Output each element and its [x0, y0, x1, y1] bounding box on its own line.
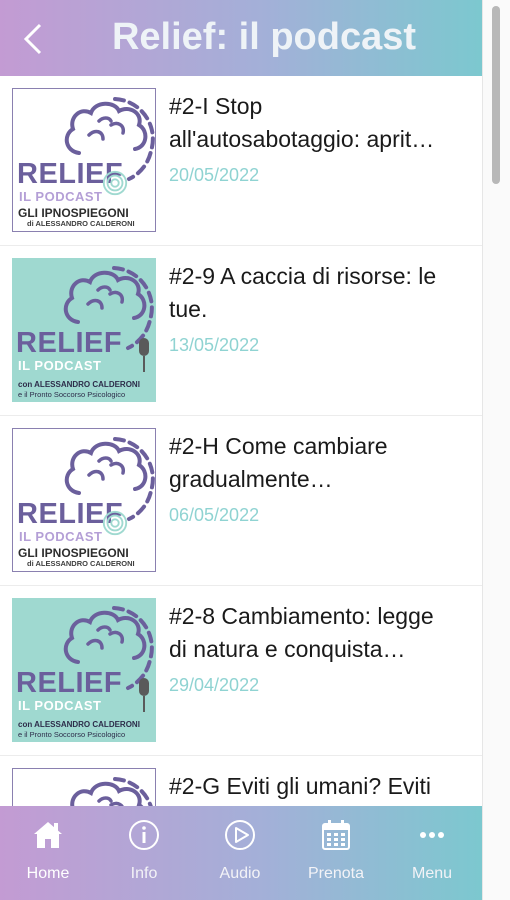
episode-cover-image: RELIEF IL PODCAST GLI IPNOSPIEGONI di AL…: [12, 428, 156, 572]
episode-list-item[interactable]: RELIEF IL PODCAST con ALESSANDRO CALDERO…: [0, 246, 482, 416]
cover-author-text: di ALESSANDRO CALDERONI: [27, 559, 135, 568]
cover-relief-text: RELIEF: [16, 327, 123, 359]
microphone-icon: [139, 678, 149, 712]
tab-home[interactable]: Home: [0, 806, 96, 900]
episode-title-line2: gradualmente…: [169, 466, 333, 492]
episode-date: 13/05/2022: [169, 335, 260, 355]
scrollbar-thumb[interactable]: [492, 6, 500, 184]
episode-title-line1: #2-8 Cambiamento: legge: [169, 603, 434, 629]
episode-title-line1: #2-9 A caccia di risorse: le: [169, 263, 437, 289]
episode-title-line2: tue.: [169, 296, 208, 322]
episode-cover-image: RELIEF IL PODCAST con ALESSANDRO CALDERO…: [12, 258, 156, 402]
episode-title: #2-G Eviti gli umani? Eviti: [169, 770, 482, 803]
calendar-icon: [322, 820, 350, 850]
cover-relief-text: RELIEF: [16, 667, 123, 699]
episode-list-item[interactable]: RELIEF IL PODCAST GLI IPNOSPIEGONI di AL…: [0, 76, 482, 246]
cover-subtitle-text: e il Pronto Soccorso Psicologico: [18, 730, 126, 739]
home-icon: [34, 822, 62, 848]
brain-logo-icon: [70, 777, 153, 806]
episode-cover-image: RELIEF IL PODCAST GLI IPNOSPIEGONI di AL…: [12, 88, 156, 232]
episode-title: #2-8 Cambiamento: legge di natura e conq…: [169, 600, 482, 666]
cover-author-text: con ALESSANDRO CALDERONI: [18, 720, 140, 729]
scrollbar[interactable]: [482, 0, 510, 900]
tab-prenota[interactable]: Prenota: [288, 806, 384, 900]
episode-title-line2: all'autosabotaggio: aprit…: [169, 126, 435, 152]
tab-audio[interactable]: Audio: [192, 806, 288, 900]
more-icon: [420, 832, 444, 838]
microphone-icon: [139, 338, 149, 372]
info-icon: [129, 820, 159, 850]
cover-subtitle-text: e il Pronto Soccorso Psicologico: [18, 390, 126, 399]
tab-label: Home: [26, 865, 70, 882]
cover-il-podcast-text: IL PODCAST: [18, 358, 102, 373]
episode-title-line1: #2-G Eviti gli umani? Eviti: [169, 773, 432, 799]
episode-title: #2-9 A caccia di risorse: le tue.: [169, 260, 482, 326]
episode-date: 06/05/2022: [169, 505, 260, 525]
cover-author-text: con ALESSANDRO CALDERONI: [18, 380, 140, 389]
tab-label: Prenota: [307, 865, 365, 882]
episode-cover-image: RELIEF IL PODCAST con ALESSANDRO CALDERO…: [12, 598, 156, 742]
tab-info[interactable]: Info: [96, 806, 192, 900]
episode-date: 20/05/2022: [169, 165, 260, 185]
episode-title-line1: #2-H Come cambiare: [169, 433, 388, 459]
episode-list-item[interactable]: RELIEF IL PODCAST GLI IPNOSPIEGONI di AL…: [0, 756, 482, 806]
page-title: Relief: il podcast: [111, 16, 417, 58]
episode-list: RELIEF IL PODCAST GLI IPNOSPIEGONI di AL…: [0, 76, 482, 806]
app-header: Relief: il podcast: [0, 0, 482, 76]
tab-label: Audio: [219, 865, 261, 882]
back-button[interactable]: [22, 16, 44, 65]
tab-menu[interactable]: Menu: [384, 806, 480, 900]
episode-cover-image: RELIEF IL PODCAST GLI IPNOSPIEGONI di AL…: [12, 768, 156, 806]
tab-label: Info: [130, 865, 158, 882]
episode-date: 29/04/2022: [169, 675, 260, 695]
episode-title: #2-H Come cambiare gradualmente…: [169, 430, 482, 496]
tab-label: Menu: [411, 865, 453, 882]
cover-il-podcast-text: IL PODCAST: [19, 189, 103, 204]
cover-il-podcast-text: IL PODCAST: [19, 529, 103, 544]
spiral-icon: [102, 510, 128, 536]
play-icon: [225, 820, 255, 850]
episode-title-line1: #2-I Stop: [169, 93, 263, 119]
cover-il-podcast-text: IL PODCAST: [18, 698, 102, 713]
tab-bar: Home Info Audio Prenota Menu: [0, 806, 482, 900]
episode-list-item[interactable]: RELIEF IL PODCAST con ALESSANDRO CALDERO…: [0, 586, 482, 756]
spiral-icon: [102, 170, 128, 196]
episode-title: #2-I Stop all'autosabotaggio: aprit…: [169, 90, 482, 156]
chevron-left-icon: [23, 23, 42, 55]
episode-list-item[interactable]: RELIEF IL PODCAST GLI IPNOSPIEGONI di AL…: [0, 416, 482, 586]
cover-author-text: di ALESSANDRO CALDERONI: [27, 219, 135, 228]
episode-title-line2: di natura e conquista…: [169, 636, 406, 662]
